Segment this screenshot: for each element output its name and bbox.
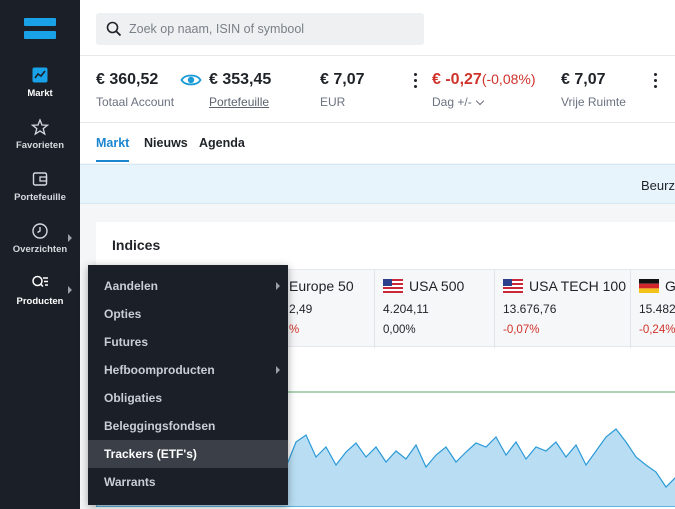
- sidebar-item-producten[interactable]: Producten: [0, 274, 80, 320]
- chart-icon: [32, 67, 48, 83]
- menu-item-label: Opties: [104, 307, 142, 321]
- search-input[interactable]: [129, 13, 419, 45]
- sidebar-item-overzichten[interactable]: Overzichten: [0, 222, 80, 268]
- index-price: 13.676,76: [503, 302, 557, 316]
- search-list-icon: [32, 275, 48, 288]
- tab-bar: Markt Nieuws Agenda: [80, 123, 675, 163]
- sidebar-item-label: Markt: [27, 88, 53, 99]
- search-box[interactable]: [96, 13, 424, 45]
- index-name: G: [665, 278, 675, 294]
- tab-markt[interactable]: Markt: [96, 136, 130, 162]
- index-change: -0,24%: [639, 324, 675, 336]
- tab-nieuws[interactable]: Nieuws: [144, 136, 188, 160]
- day-change-value: € -0,27: [432, 71, 482, 88]
- top-bar: [80, 0, 675, 56]
- cash-eur-label: EUR: [320, 95, 346, 109]
- free-space-label: Vrije Ruimte: [561, 95, 626, 109]
- sidebar-item-label: Producten: [16, 296, 64, 307]
- sidebar-item-label: Favorieten: [15, 140, 65, 151]
- portfolio-link[interactable]: Portefeuille: [209, 95, 271, 109]
- chevron-right-icon: [276, 282, 280, 290]
- sidebar-item-portefeuille[interactable]: Portefeuille: [0, 170, 80, 216]
- total-account-value: € 360,52: [96, 71, 159, 88]
- portfolio: € 353,45 Portefeuille: [209, 71, 271, 109]
- menu-item-label: Hefboomproducten: [104, 363, 215, 377]
- index-name: USA TECH 100: [529, 278, 627, 294]
- sidebar-item-markt[interactable]: Markt: [0, 66, 80, 112]
- chevron-right-icon: [276, 366, 280, 374]
- menu-item-aandelen[interactable]: Aandelen: [88, 272, 288, 300]
- free-space-value: € 7,07: [561, 71, 606, 88]
- free-space: € 7,07 Vrije Ruimte: [561, 71, 626, 109]
- index-price: 15.482: [639, 302, 675, 316]
- cash-eur-value: € 7,07: [320, 71, 365, 88]
- more-options-icon[interactable]: [412, 73, 418, 89]
- menu-item-obligaties[interactable]: Obligaties: [88, 384, 288, 412]
- menu-item-warrants[interactable]: Warrants: [88, 468, 288, 496]
- wallet-icon: [32, 172, 48, 186]
- menu-item-hefboomproducten[interactable]: Hefboomproducten: [88, 356, 288, 384]
- info-banner: Beurz: [80, 164, 675, 204]
- index-tile-usa-500[interactable]: USA 500 4.204,11 0,00%: [375, 270, 495, 348]
- index-price: 2,49: [289, 302, 313, 316]
- account-summary: € 360,52 Totaal Account € 353,45 Portefe…: [80, 56, 675, 123]
- search-icon: [106, 21, 122, 37]
- star-icon: [31, 118, 49, 136]
- index-tile-usa-tech-100[interactable]: USA TECH 100 13.676,76 -0,07%: [495, 270, 631, 348]
- menu-item-futures[interactable]: Futures: [88, 328, 288, 356]
- menu-item-opties[interactable]: Opties: [88, 300, 288, 328]
- index-change: %: [289, 324, 300, 336]
- menu-item-trackers[interactable]: Trackers (ETF's): [88, 440, 288, 468]
- index-tile-germany[interactable]: G 15.482 -0,24%: [631, 270, 675, 348]
- menu-item-label: Obligaties: [104, 391, 163, 405]
- menu-item-label: Beleggingsfondsen: [104, 419, 216, 433]
- menu-item-label: Trackers (ETF's): [104, 447, 197, 461]
- more-options-icon[interactable]: [652, 73, 658, 89]
- day-change-percent: (-0,08%): [481, 71, 536, 87]
- day-change-label: Dag +/-: [432, 95, 472, 109]
- index-change: 0,00%: [383, 324, 416, 336]
- menu-item-label: Futures: [104, 335, 149, 349]
- sidebar-item-favorieten[interactable]: Favorieten: [0, 118, 80, 164]
- us-flag-icon: [503, 279, 523, 293]
- de-flag-icon: [639, 279, 659, 293]
- index-change: -0,07%: [503, 324, 540, 336]
- clock-icon: [32, 223, 48, 239]
- us-flag-icon: [383, 279, 403, 293]
- tab-agenda[interactable]: Agenda: [199, 136, 245, 160]
- menu-item-label: Aandelen: [104, 279, 159, 293]
- menu-item-label: Warrants: [104, 475, 156, 489]
- chevron-right-icon: [68, 286, 72, 294]
- menu-item-beleggingsfondsen[interactable]: Beleggingsfondsen: [88, 412, 288, 440]
- sidebar: Markt Favorieten Portefeuille Overzichte…: [0, 0, 80, 509]
- indices-title: Indices: [112, 237, 161, 253]
- sidebar-item-label: Portefeuille: [14, 192, 66, 203]
- banner-text: Beurz: [641, 178, 675, 193]
- index-price: 4.204,11: [383, 302, 429, 316]
- day-change[interactable]: € -0,27(-0,08%) Dag +/-: [432, 71, 536, 109]
- chevron-right-icon: [68, 234, 72, 242]
- sidebar-item-label: Overzichten: [12, 244, 68, 255]
- index-name: USA 500: [409, 278, 465, 294]
- logo[interactable]: [24, 18, 56, 40]
- eye-icon[interactable]: [180, 72, 202, 88]
- cash-eur: € 7,07 EUR: [320, 71, 364, 109]
- index-name: Europe 50: [289, 278, 354, 294]
- total-account: € 360,52 Totaal Account: [96, 71, 174, 109]
- products-menu: Aandelen Opties Futures Hefboomproducten…: [88, 265, 288, 505]
- chevron-down-icon: [475, 96, 484, 106]
- portfolio-value: € 353,45: [209, 71, 272, 88]
- total-account-label: Totaal Account: [96, 95, 175, 109]
